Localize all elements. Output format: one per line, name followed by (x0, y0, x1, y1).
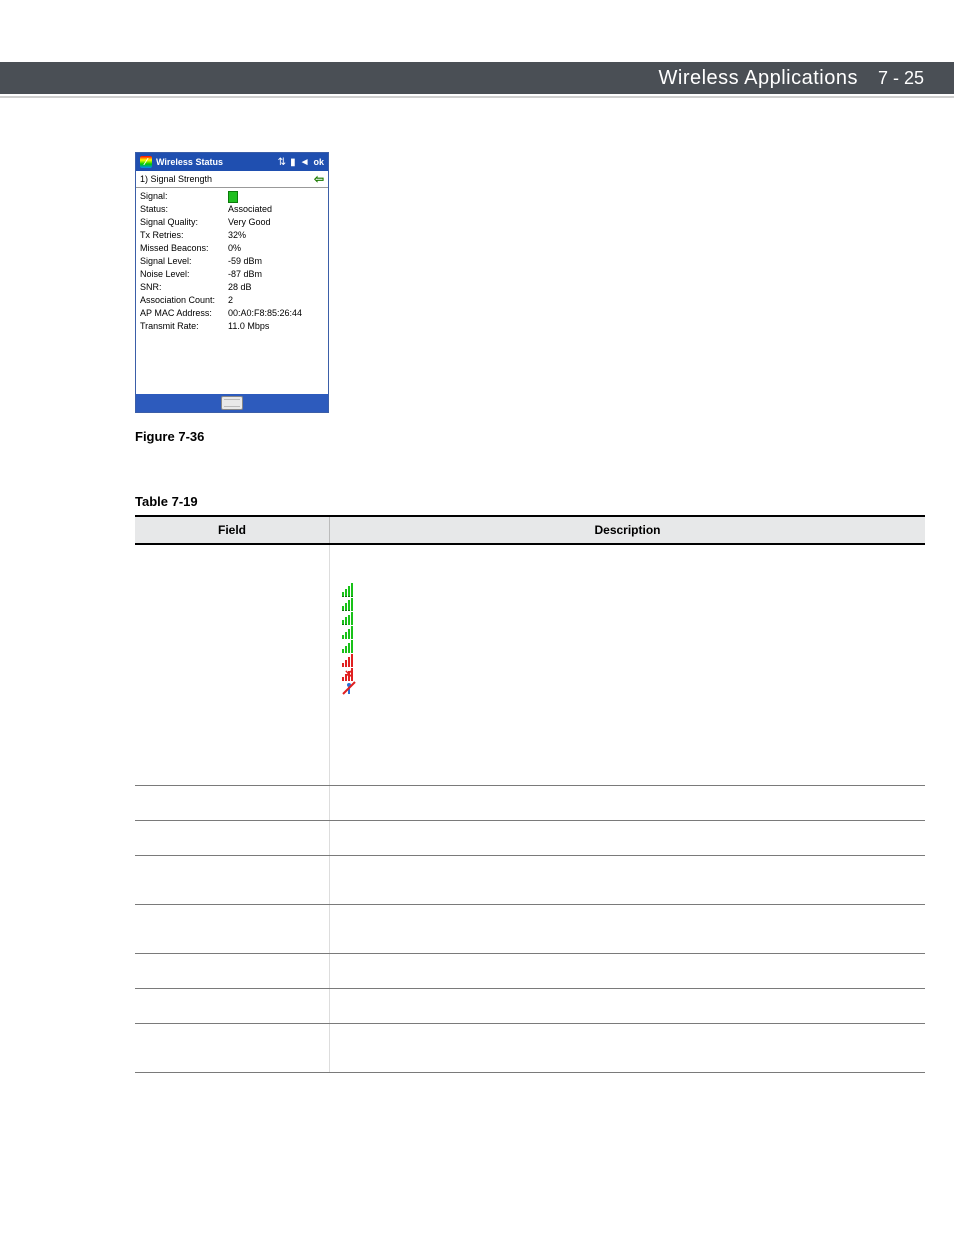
signal-icon[interactable]: ▮ (290, 157, 296, 168)
value-quality: Very Good (228, 216, 324, 229)
page-number: 7 - 25 (878, 68, 924, 89)
row-txretries: Tx Retries:32% (140, 229, 324, 242)
signal-quality-icons: × (342, 583, 913, 695)
table-caption: Table 7-19 Signal Strength Fields (135, 494, 924, 509)
keyboard-icon[interactable] (221, 396, 243, 410)
cell-description: Displays the percentage of packets that … (330, 856, 926, 905)
value-txrate: 11.0 Mbps (228, 320, 324, 333)
value-assoc: 2 (228, 294, 324, 307)
figure-caption: Figure 7-36 Signal Strength Window (135, 429, 924, 444)
signal-disabled-icon (342, 681, 356, 695)
screenshot-window: ⁄ Wireless Status ⇅ ▮ ◄ ok 1) Signal Str… (135, 152, 329, 413)
cell-description: Indicates if the mobile computer is asso… (330, 786, 926, 821)
label-txrate: Transmit Rate: (140, 320, 228, 333)
row-signal: Signal: (140, 190, 324, 203)
label-apmac: AP MAC Address: (140, 307, 228, 320)
cell-field: Signal Quality (135, 821, 330, 856)
cell-field: Tx Retries (135, 856, 330, 905)
fields-table: Field Description Signal Displays the Re… (135, 515, 925, 1073)
signal-verygood-icon (342, 597, 354, 610)
signal-none-icon: × (342, 667, 355, 680)
signal-bar-icon (228, 190, 324, 203)
cell-field: Signal (135, 544, 330, 786)
label-snr: SNR: (140, 281, 228, 294)
value-txretries: 32% (228, 229, 324, 242)
cell-description: Displays a text description of the signa… (330, 821, 926, 856)
value-apmac: 00:A0:F8:85:26:44 (228, 307, 324, 320)
cell-field: Signal Level (135, 954, 330, 989)
table-row: SNRDisplays the signal-to-noise ratio in… (135, 1024, 925, 1073)
cell-description: Displays the signal strength in dBm. (330, 954, 926, 989)
signal-poor-icon (342, 639, 354, 652)
table-row: Signal QualityDisplays a text descriptio… (135, 821, 925, 856)
figure-label: Figure 7-36 (135, 429, 204, 444)
row-apmac: AP MAC Address:00:A0:F8:85:26:44 (140, 307, 324, 320)
value-status: Associated (228, 203, 324, 216)
cell-description: Displays the Relative Signal Strength In… (330, 544, 926, 786)
section-title: Wireless Applications (659, 67, 858, 90)
table-row: StatusIndicates if the mobile computer i… (135, 786, 925, 821)
connectivity-icon[interactable]: ⇅ (278, 157, 286, 168)
label-quality: Signal Quality: (140, 216, 228, 229)
row-status: Status:Associated (140, 203, 324, 216)
cell-description: Displays the noise level in dBm. (330, 989, 926, 1024)
menu-label: 1) Signal Strength (140, 174, 212, 184)
ok-button[interactable]: ok (313, 157, 324, 167)
value-snr: 28 dB (228, 281, 324, 294)
value-noise: -87 dBm (228, 268, 324, 281)
volume-icon[interactable]: ◄ (300, 157, 310, 168)
table-row: Noise LevelDisplays the noise level in d… (135, 989, 925, 1024)
value-missed: 0% (228, 242, 324, 255)
signal-good-icon (342, 611, 354, 624)
cell-description: Displays the signal-to-noise ratio in dB… (330, 1024, 926, 1073)
window-content: Signal: Status:Associated Signal Quality… (136, 188, 328, 394)
label-txretries: Tx Retries: (140, 229, 228, 242)
cell-description: Displays the percentage of beacons from … (330, 905, 926, 954)
table-row: Signal Displays the Relative Signal Stre… (135, 544, 925, 786)
start-icon[interactable]: ⁄ (140, 156, 152, 168)
back-icon[interactable]: ⇦ (314, 173, 324, 185)
row-missed: Missed Beacons:0% (140, 242, 324, 255)
table-label: Table 7-19 (135, 494, 198, 509)
label-siglevel: Signal Level: (140, 255, 228, 268)
label-assoc: Association Count: (140, 294, 228, 307)
cell-field: Missed Beacons (135, 905, 330, 954)
table-header-row: Field Description (135, 516, 925, 544)
table-title: Signal Strength Fields (201, 494, 328, 509)
col-description: Description (330, 516, 926, 544)
signal-excellent-icon (342, 583, 354, 596)
label-signal: Signal: (140, 190, 228, 203)
row-snr: SNR:28 dB (140, 281, 324, 294)
row-assoc: Association Count:2 (140, 294, 324, 307)
table-row: Signal LevelDisplays the signal strength… (135, 954, 925, 989)
view-menu[interactable]: 1) Signal Strength ⇦ (136, 171, 328, 188)
label-noise: Noise Level: (140, 268, 228, 281)
col-field: Field (135, 516, 330, 544)
window-title: Wireless Status (156, 157, 274, 167)
row-quality: Signal Quality:Very Good (140, 216, 324, 229)
row-txrate: Transmit Rate:11.0 Mbps (140, 320, 324, 333)
signal-fair-icon (342, 625, 354, 638)
signal-outofrange-icon (342, 653, 354, 666)
taskbar (136, 394, 328, 412)
row-siglevel: Signal Level:-59 dBm (140, 255, 324, 268)
cell-field: Status (135, 786, 330, 821)
table-row: Missed BeaconsDisplays the percentage of… (135, 905, 925, 954)
label-status: Status: (140, 203, 228, 216)
row-noise: Noise Level:-87 dBm (140, 268, 324, 281)
label-missed: Missed Beacons: (140, 242, 228, 255)
cell-field: SNR (135, 1024, 330, 1073)
titlebar: ⁄ Wireless Status ⇅ ▮ ◄ ok (136, 153, 328, 171)
figure-title: Signal Strength Window (208, 429, 347, 444)
cell-field: Noise Level (135, 989, 330, 1024)
value-siglevel: -59 dBm (228, 255, 324, 268)
page-header: Wireless Applications 7 - 25 (0, 62, 954, 94)
table-row: Tx RetriesDisplays the percentage of pac… (135, 856, 925, 905)
